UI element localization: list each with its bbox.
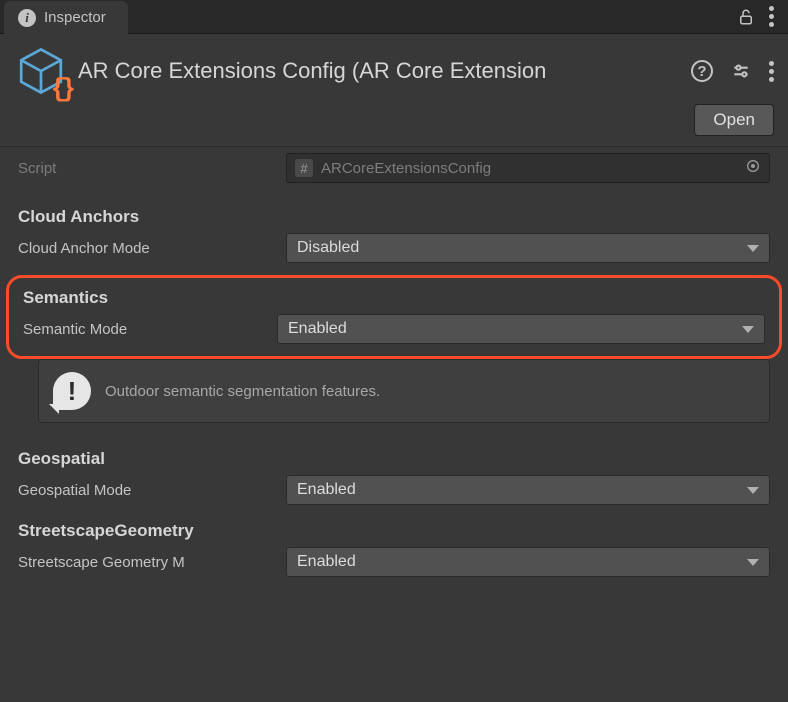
script-field: # ARCoreExtensionsConfig <box>286 153 770 183</box>
streetscape-mode-label: Streetscape Geometry M <box>18 554 286 571</box>
chevron-down-icon <box>747 487 759 494</box>
geospatial-mode-value: Enabled <box>297 481 356 499</box>
cloud-anchor-mode-dropdown[interactable]: Disabled <box>286 233 770 263</box>
inspector-tab[interactable]: i Inspector <box>4 1 128 35</box>
context-menu-icon[interactable] <box>769 61 774 82</box>
presets-icon[interactable] <box>731 61 751 81</box>
chevron-down-icon <box>742 326 754 333</box>
semantics-info-banner: ! Outdoor semantic segmentation features… <box>38 359 770 423</box>
scriptable-object-icon: {} <box>14 44 68 98</box>
script-type-icon: # <box>295 159 313 177</box>
geospatial-mode-label: Geospatial Mode <box>18 482 286 499</box>
warning-icon: ! <box>53 372 91 410</box>
asset-header: {} AR Core Extensions Config (AR Core Ex… <box>0 34 788 104</box>
braces-icon: {} <box>51 74 70 104</box>
semantic-mode-dropdown[interactable]: Enabled <box>277 314 765 344</box>
chevron-down-icon <box>747 245 759 252</box>
script-value: ARCoreExtensionsConfig <box>321 160 491 177</box>
semantic-mode-value: Enabled <box>288 320 347 338</box>
streetscape-heading: StreetscapeGeometry <box>18 507 770 545</box>
semantics-info-text: Outdoor semantic segmentation features. <box>105 383 380 400</box>
script-label: Script <box>18 160 286 177</box>
tab-menu-icon[interactable] <box>769 6 774 27</box>
lock-icon[interactable] <box>737 8 755 26</box>
geospatial-mode-dropdown[interactable]: Enabled <box>286 475 770 505</box>
streetscape-mode-dropdown[interactable]: Enabled <box>286 547 770 577</box>
asset-title: AR Core Extensions Config (AR Core Exten… <box>78 58 681 84</box>
streetscape-mode-value: Enabled <box>297 553 356 571</box>
cloud-anchors-heading: Cloud Anchors <box>18 193 770 231</box>
cloud-anchor-mode-label: Cloud Anchor Mode <box>18 240 286 257</box>
cloud-anchor-mode-value: Disabled <box>297 239 359 257</box>
semantics-highlight: Semantics Semantic Mode Enabled <box>6 275 782 359</box>
object-picker-icon[interactable] <box>745 158 761 178</box>
semantics-heading: Semantics <box>23 282 765 312</box>
tab-bar: i Inspector <box>0 0 788 34</box>
tab-label: Inspector <box>44 9 106 26</box>
semantic-mode-label: Semantic Mode <box>23 321 277 338</box>
geospatial-heading: Geospatial <box>18 427 770 473</box>
help-icon[interactable]: ? <box>691 60 713 82</box>
chevron-down-icon <box>747 559 759 566</box>
open-button[interactable]: Open <box>694 104 774 136</box>
info-icon: i <box>18 9 36 27</box>
